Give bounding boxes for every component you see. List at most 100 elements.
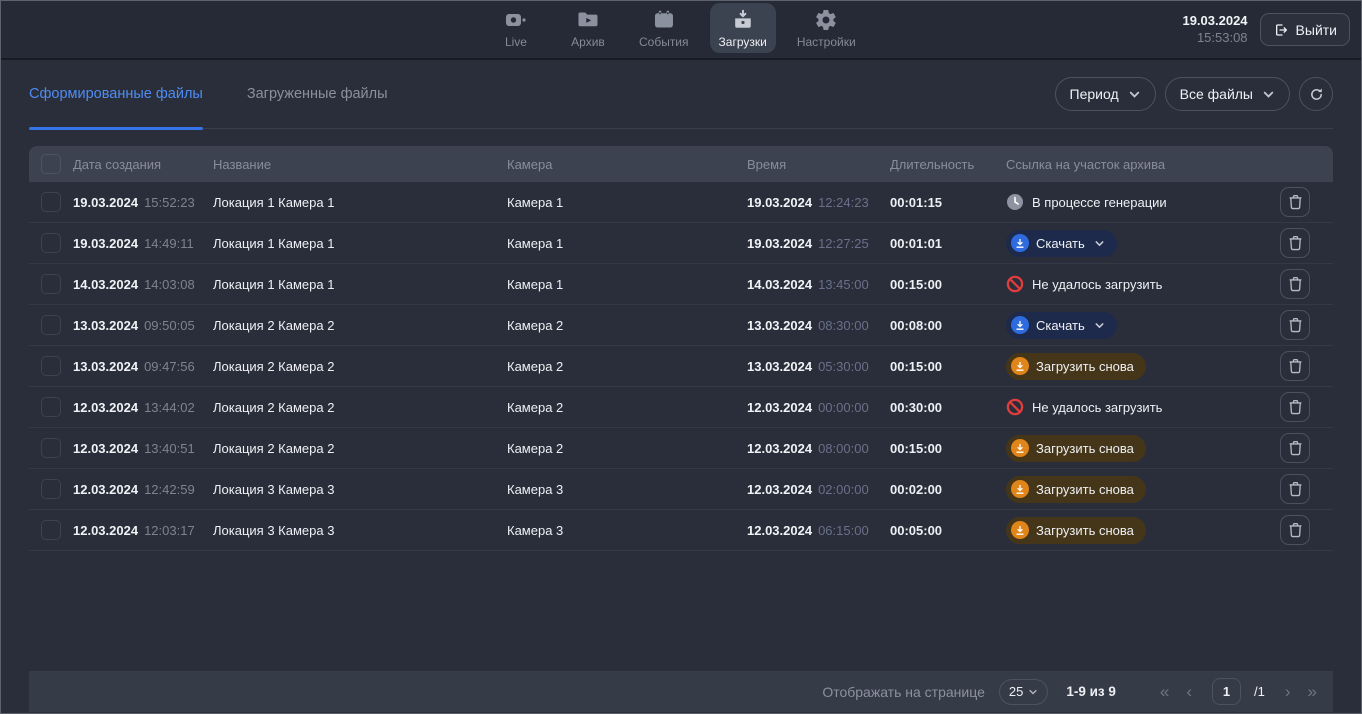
delete-button[interactable]: [1280, 228, 1310, 258]
time-cell: 13.03.202408:30:00: [747, 318, 890, 333]
tab-downloaded-files[interactable]: Загруженные файлы: [247, 60, 388, 128]
retry-download-button[interactable]: Загрузить снова: [1006, 435, 1146, 462]
retry-download-button[interactable]: Загрузить снова: [1006, 517, 1146, 544]
file-name: Локация 1 Камера 1: [213, 236, 507, 251]
select-all-checkbox[interactable]: [41, 154, 61, 174]
period-filter-button[interactable]: Период: [1055, 77, 1156, 111]
last-page-button[interactable]: »: [1306, 683, 1319, 700]
delete-button[interactable]: [1280, 515, 1310, 545]
nav-item-live[interactable]: Live: [486, 3, 546, 53]
camera-name: Камера 3: [507, 523, 747, 538]
file-type-filter-button[interactable]: Все файлы: [1165, 77, 1290, 111]
delete-button[interactable]: [1280, 433, 1310, 463]
archive-link-cell: Загрузить снова: [1006, 435, 1271, 462]
logout-button[interactable]: Выйти: [1260, 13, 1350, 46]
delete-button[interactable]: [1280, 351, 1310, 381]
current-date: 19.03.2024: [1182, 13, 1247, 29]
delete-button[interactable]: [1280, 269, 1310, 299]
pagination-bar: Отображать на странице 25 1-9 из 9 « ‹ 1…: [29, 671, 1333, 712]
time-cell: 19.03.202412:24:23: [747, 195, 890, 210]
download-icon: [1011, 521, 1029, 539]
camera-name: Камера 2: [507, 441, 747, 456]
total-pages-label: /1: [1254, 684, 1265, 699]
row-checkbox[interactable]: [41, 356, 61, 376]
row-checkbox[interactable]: [41, 438, 61, 458]
column-header-duration: Длительность: [890, 157, 1006, 172]
row-checkbox[interactable]: [41, 192, 61, 212]
gear-icon: [814, 8, 838, 32]
table-body: 19.03.202415:52:23Локация 1 Камера 1Каме…: [29, 182, 1333, 551]
first-page-button[interactable]: «: [1158, 683, 1171, 700]
retry-download-button[interactable]: Загрузить снова: [1006, 476, 1146, 503]
retry-label: Загрузить снова: [1036, 523, 1134, 538]
prev-page-button[interactable]: ‹: [1184, 683, 1194, 700]
per-page-label: Отображать на странице: [822, 684, 985, 700]
duration: 00:02:00: [890, 482, 1006, 497]
camera-name: Камера 1: [507, 195, 747, 210]
tab-generated-files[interactable]: Сформированные файлы: [29, 60, 203, 128]
camera-name: Камера 2: [507, 359, 747, 374]
download-icon: [1011, 316, 1029, 334]
row-checkbox[interactable]: [41, 315, 61, 335]
topbar: Live Архив События Загрузки Настройки: [1, 1, 1361, 60]
table-row: 13.03.202409:47:56Локация 2 Камера 2Каме…: [29, 346, 1333, 387]
duration: 00:15:00: [890, 441, 1006, 456]
next-page-button[interactable]: ›: [1283, 683, 1293, 700]
download-icon: [1011, 480, 1029, 498]
nav-item-events[interactable]: События: [630, 3, 698, 53]
range-label: 1-9 из 9: [1066, 684, 1116, 699]
logout-icon: [1273, 22, 1289, 38]
delete-button[interactable]: [1280, 187, 1310, 217]
calendar-icon: [652, 8, 676, 32]
nav-item-archive[interactable]: Архив: [558, 3, 618, 53]
ban-icon: [1006, 398, 1024, 416]
time-cell: 12.03.202400:00:00: [747, 400, 890, 415]
download-button[interactable]: Скачать: [1006, 312, 1117, 339]
row-checkbox[interactable]: [41, 479, 61, 499]
duration: 00:01:15: [890, 195, 1006, 210]
column-header-name: Название: [213, 157, 507, 172]
camera-name: Камера 2: [507, 400, 747, 415]
row-checkbox[interactable]: [41, 397, 61, 417]
download-icon: [1011, 439, 1029, 457]
created-cell: 12.03.202413:44:02: [73, 400, 213, 415]
row-checkbox[interactable]: [41, 233, 61, 253]
archive-link-cell: Не удалось загрузить: [1006, 398, 1271, 416]
refresh-button[interactable]: [1299, 77, 1333, 111]
download-tray-icon: [731, 8, 755, 32]
retry-label: Загрузить снова: [1036, 441, 1134, 456]
file-name: Локация 2 Камера 2: [213, 318, 507, 333]
filters: Период Все файлы: [1055, 77, 1333, 111]
file-name: Локация 3 Камера 3: [213, 482, 507, 497]
refresh-icon: [1308, 86, 1325, 103]
chevron-down-icon: [1128, 88, 1141, 101]
table-row: 12.03.202412:42:59Локация 3 Камера 3Каме…: [29, 469, 1333, 510]
download-label: Скачать: [1036, 318, 1085, 333]
delete-button[interactable]: [1280, 310, 1310, 340]
retry-download-button[interactable]: Загрузить снова: [1006, 353, 1146, 380]
row-checkbox[interactable]: [41, 274, 61, 294]
chevron-down-icon: [1094, 238, 1105, 249]
created-cell: 19.03.202414:49:11: [73, 236, 213, 251]
download-icon: [1011, 234, 1029, 252]
per-page-select[interactable]: 25: [999, 679, 1048, 705]
main-content: Сформированные файлы Загруженные файлы П…: [1, 60, 1361, 551]
row-checkbox[interactable]: [41, 520, 61, 540]
table-row: 13.03.202409:50:05Локация 2 Камера 2Каме…: [29, 305, 1333, 346]
status-label: Не удалось загрузить: [1032, 277, 1162, 292]
created-cell: 13.03.202409:47:56: [73, 359, 213, 374]
delete-button[interactable]: [1280, 474, 1310, 504]
table-row: 14.03.202414:03:08Локация 1 Камера 1Каме…: [29, 264, 1333, 305]
current-page-input[interactable]: 1: [1212, 678, 1241, 705]
download-button[interactable]: Скачать: [1006, 230, 1117, 257]
archive-link-cell: В процессе генерации: [1006, 193, 1271, 211]
archive-link-cell: Загрузить снова: [1006, 353, 1271, 380]
delete-button[interactable]: [1280, 392, 1310, 422]
file-type-label: Все файлы: [1180, 86, 1253, 102]
nav-item-downloads[interactable]: Загрузки: [710, 3, 776, 53]
duration: 00:08:00: [890, 318, 1006, 333]
archive-link-cell: Скачать: [1006, 230, 1271, 257]
nav-item-settings[interactable]: Настройки: [788, 3, 865, 53]
file-name: Локация 2 Камера 2: [213, 400, 507, 415]
chevron-down-icon: [1094, 320, 1105, 331]
